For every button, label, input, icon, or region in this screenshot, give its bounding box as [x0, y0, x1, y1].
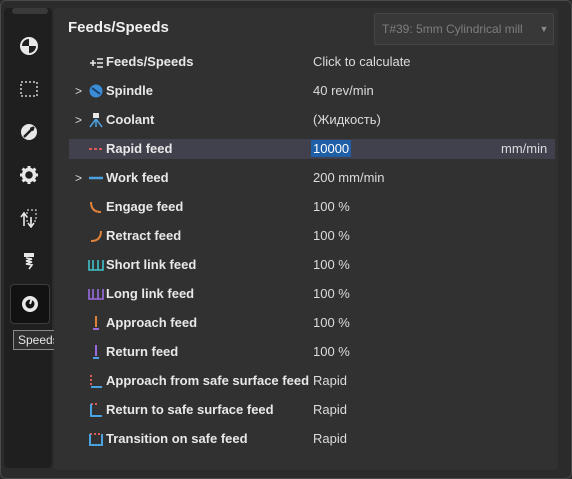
chevron-right-icon[interactable]: >	[75, 171, 82, 185]
sidebar-tool-button[interactable]	[10, 242, 48, 280]
settings-icon	[20, 166, 38, 184]
sidebar-model-button[interactable]	[10, 27, 48, 65]
return-icon	[93, 345, 99, 359]
approach-icon	[93, 316, 99, 330]
spindle-icon	[89, 84, 103, 98]
coolant-icon	[89, 113, 103, 128]
row-unit: mm/min	[501, 141, 548, 156]
row-label: Rapid feed	[106, 141, 173, 156]
long-link-icon	[88, 289, 104, 300]
work-feed-icon	[89, 176, 103, 180]
rapid-feed-input-value[interactable]: 10000	[311, 140, 352, 157]
row-approach-safe-surface-feed[interactable]: Approach from safe surface feed Rapid	[69, 371, 555, 391]
transition-safe-icon	[89, 433, 103, 446]
calculator-icon	[90, 58, 103, 68]
row-short-link-feed[interactable]: Short link feed 100 %	[69, 255, 555, 275]
panel-title: Feeds/Speeds	[68, 19, 169, 36]
row-label: Short link feed	[106, 257, 197, 272]
row-engage-feed[interactable]: Engage feed 100 %	[69, 197, 555, 217]
row-value[interactable]: Rapid	[313, 373, 347, 388]
row-return-safe-surface-feed[interactable]: Return to safe surface feed Rapid	[69, 400, 555, 420]
row-label: Long link feed	[106, 286, 195, 301]
row-label: Coolant	[106, 112, 155, 127]
row-label: Spindle	[106, 83, 153, 98]
sidebar-operation-button[interactable]	[10, 113, 48, 151]
workpiece-icon	[20, 81, 38, 97]
tool-select[interactable]: T#39: 5mm Cylindrical mill ▼	[374, 13, 554, 45]
row-value[interactable]: (Жидкость)	[313, 112, 381, 127]
operation-icon	[21, 124, 37, 140]
model-icon	[20, 37, 38, 55]
rapid-feed-icon	[89, 148, 103, 150]
row-label: Transition on safe feed	[106, 431, 248, 446]
calculate-link[interactable]: Click to calculate	[313, 54, 411, 69]
row-feeds-speeds[interactable]: Feeds/Speeds Click to calculate	[69, 52, 555, 72]
speeds-icon	[22, 296, 38, 312]
retract-arc-icon	[90, 230, 102, 242]
sidebar-workpiece-button[interactable]	[10, 70, 48, 108]
row-label: Feeds/Speeds	[106, 54, 194, 69]
row-value[interactable]: 100 %	[313, 257, 350, 272]
sidebar-transition-button[interactable]	[10, 199, 48, 237]
row-return-feed[interactable]: Return feed 100 %	[69, 342, 555, 362]
row-transition-safe-feed[interactable]: Transition on safe feed Rapid	[69, 429, 555, 449]
row-value[interactable]: 100 %	[313, 315, 350, 330]
tool-icon	[24, 253, 34, 270]
tool-select-value: T#39: 5mm Cylindrical mill	[382, 22, 523, 36]
row-label: Return feed	[106, 344, 179, 359]
row-spindle[interactable]: > Spindle 40 rev/min	[69, 81, 555, 101]
row-rapid-feed[interactable]: Rapid feed 10000 mm/min	[69, 139, 555, 159]
row-value[interactable]: Rapid	[313, 402, 347, 417]
row-value[interactable]: 100 %	[313, 344, 350, 359]
row-label: Work feed	[106, 170, 169, 185]
return-safe-surface-icon	[90, 403, 102, 417]
row-label: Return to safe surface feed	[106, 402, 274, 417]
rapid-feed-input[interactable]: 10000	[311, 140, 352, 157]
row-approach-feed[interactable]: Approach feed 100 %	[69, 313, 555, 333]
sidebar-speeds-button[interactable]	[10, 284, 50, 324]
row-value[interactable]: 40 rev/min	[313, 83, 374, 98]
short-link-icon	[88, 260, 104, 271]
chevron-right-icon[interactable]: >	[75, 84, 82, 98]
row-value[interactable]: 200 mm/min	[313, 170, 385, 185]
row-value[interactable]: 100 %	[313, 286, 350, 301]
chevron-down-icon: ▼	[539, 24, 549, 34]
row-long-link-feed[interactable]: Long link feed 100 %	[69, 284, 555, 304]
row-value[interactable]: 100 %	[313, 228, 350, 243]
row-coolant[interactable]: > Coolant (Жидкость)	[69, 110, 555, 130]
engage-arc-icon	[90, 201, 102, 213]
row-label: Retract feed	[106, 228, 182, 243]
row-label: Engage feed	[106, 199, 184, 214]
sidebar-handle[interactable]	[12, 8, 48, 14]
approach-safe-surface-icon	[90, 375, 102, 388]
row-work-feed[interactable]: > Work feed 200 mm/min	[69, 168, 555, 188]
row-value[interactable]: 100 %	[313, 199, 350, 214]
row-label: Approach feed	[106, 315, 198, 330]
sidebar-settings-button[interactable]	[10, 156, 48, 194]
row-label: Approach from safe surface feed	[106, 373, 310, 388]
row-value[interactable]: Rapid	[313, 431, 347, 446]
row-retract-feed[interactable]: Retract feed 100 %	[69, 226, 555, 246]
chevron-right-icon[interactable]: >	[75, 113, 82, 127]
transition-icon	[20, 209, 37, 228]
